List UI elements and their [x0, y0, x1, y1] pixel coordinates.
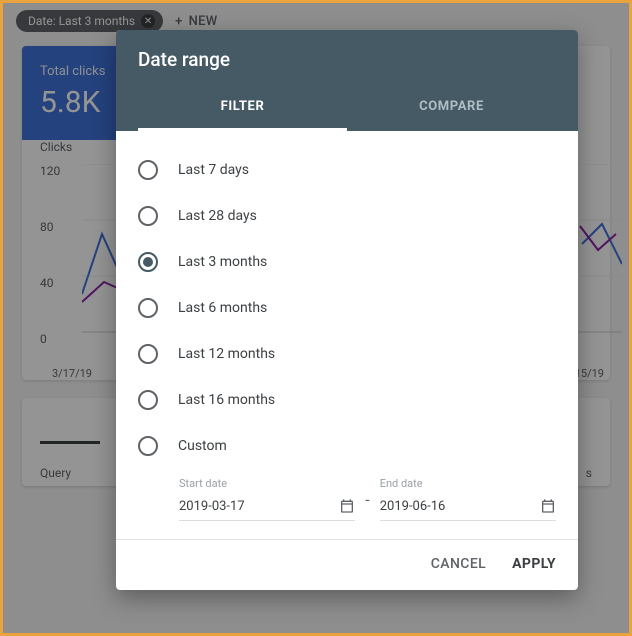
tab-filter[interactable]: FILTER: [138, 89, 347, 131]
radio-icon: [138, 252, 158, 272]
start-date-field[interactable]: Start date 2019-03-17: [179, 477, 355, 521]
date-range-separator: -: [365, 490, 369, 509]
cancel-button[interactable]: CANCEL: [431, 556, 486, 572]
option-label: Last 7 days: [178, 162, 249, 178]
start-date-value: 2019-03-17: [179, 499, 245, 514]
option-custom[interactable]: Custom: [138, 423, 556, 469]
date-range-modal: Date range FILTER COMPARE Last 7 days La…: [116, 30, 578, 590]
modal-title: Date range: [138, 48, 556, 71]
option-last-16-months[interactable]: Last 16 months: [138, 377, 556, 423]
end-date-value: 2019-06-16: [380, 499, 446, 514]
option-label: Custom: [178, 438, 227, 454]
radio-icon: [138, 206, 158, 226]
end-date-field[interactable]: End date 2019-06-16: [380, 477, 556, 521]
modal-header: Date range FILTER COMPARE: [116, 30, 578, 131]
modal-tabs: FILTER COMPARE: [138, 89, 556, 131]
radio-icon: [138, 344, 158, 364]
radio-icon: [138, 160, 158, 180]
start-date-label: Start date: [179, 477, 355, 490]
radio-icon: [138, 436, 158, 456]
apply-button[interactable]: APPLY: [512, 556, 556, 572]
date-range-options: Last 7 days Last 28 days Last 3 months L…: [116, 131, 578, 477]
option-last-12-months[interactable]: Last 12 months: [138, 331, 556, 377]
option-last-7-days[interactable]: Last 7 days: [138, 147, 556, 193]
end-date-label: End date: [380, 477, 556, 490]
option-label: Last 3 months: [178, 254, 267, 270]
radio-icon: [138, 298, 158, 318]
calendar-icon[interactable]: [339, 498, 355, 514]
option-label: Last 6 months: [178, 300, 267, 316]
custom-date-fields: Start date 2019-03-17 - End date 2019-06…: [116, 477, 578, 539]
option-label: Last 28 days: [178, 208, 257, 224]
option-last-6-months[interactable]: Last 6 months: [138, 285, 556, 331]
radio-icon: [138, 390, 158, 410]
modal-actions: CANCEL APPLY: [116, 540, 578, 588]
option-last-3-months[interactable]: Last 3 months: [138, 239, 556, 285]
option-last-28-days[interactable]: Last 28 days: [138, 193, 556, 239]
calendar-icon[interactable]: [540, 498, 556, 514]
option-label: Last 16 months: [178, 392, 275, 408]
tab-compare[interactable]: COMPARE: [347, 89, 556, 131]
option-label: Last 12 months: [178, 346, 275, 362]
